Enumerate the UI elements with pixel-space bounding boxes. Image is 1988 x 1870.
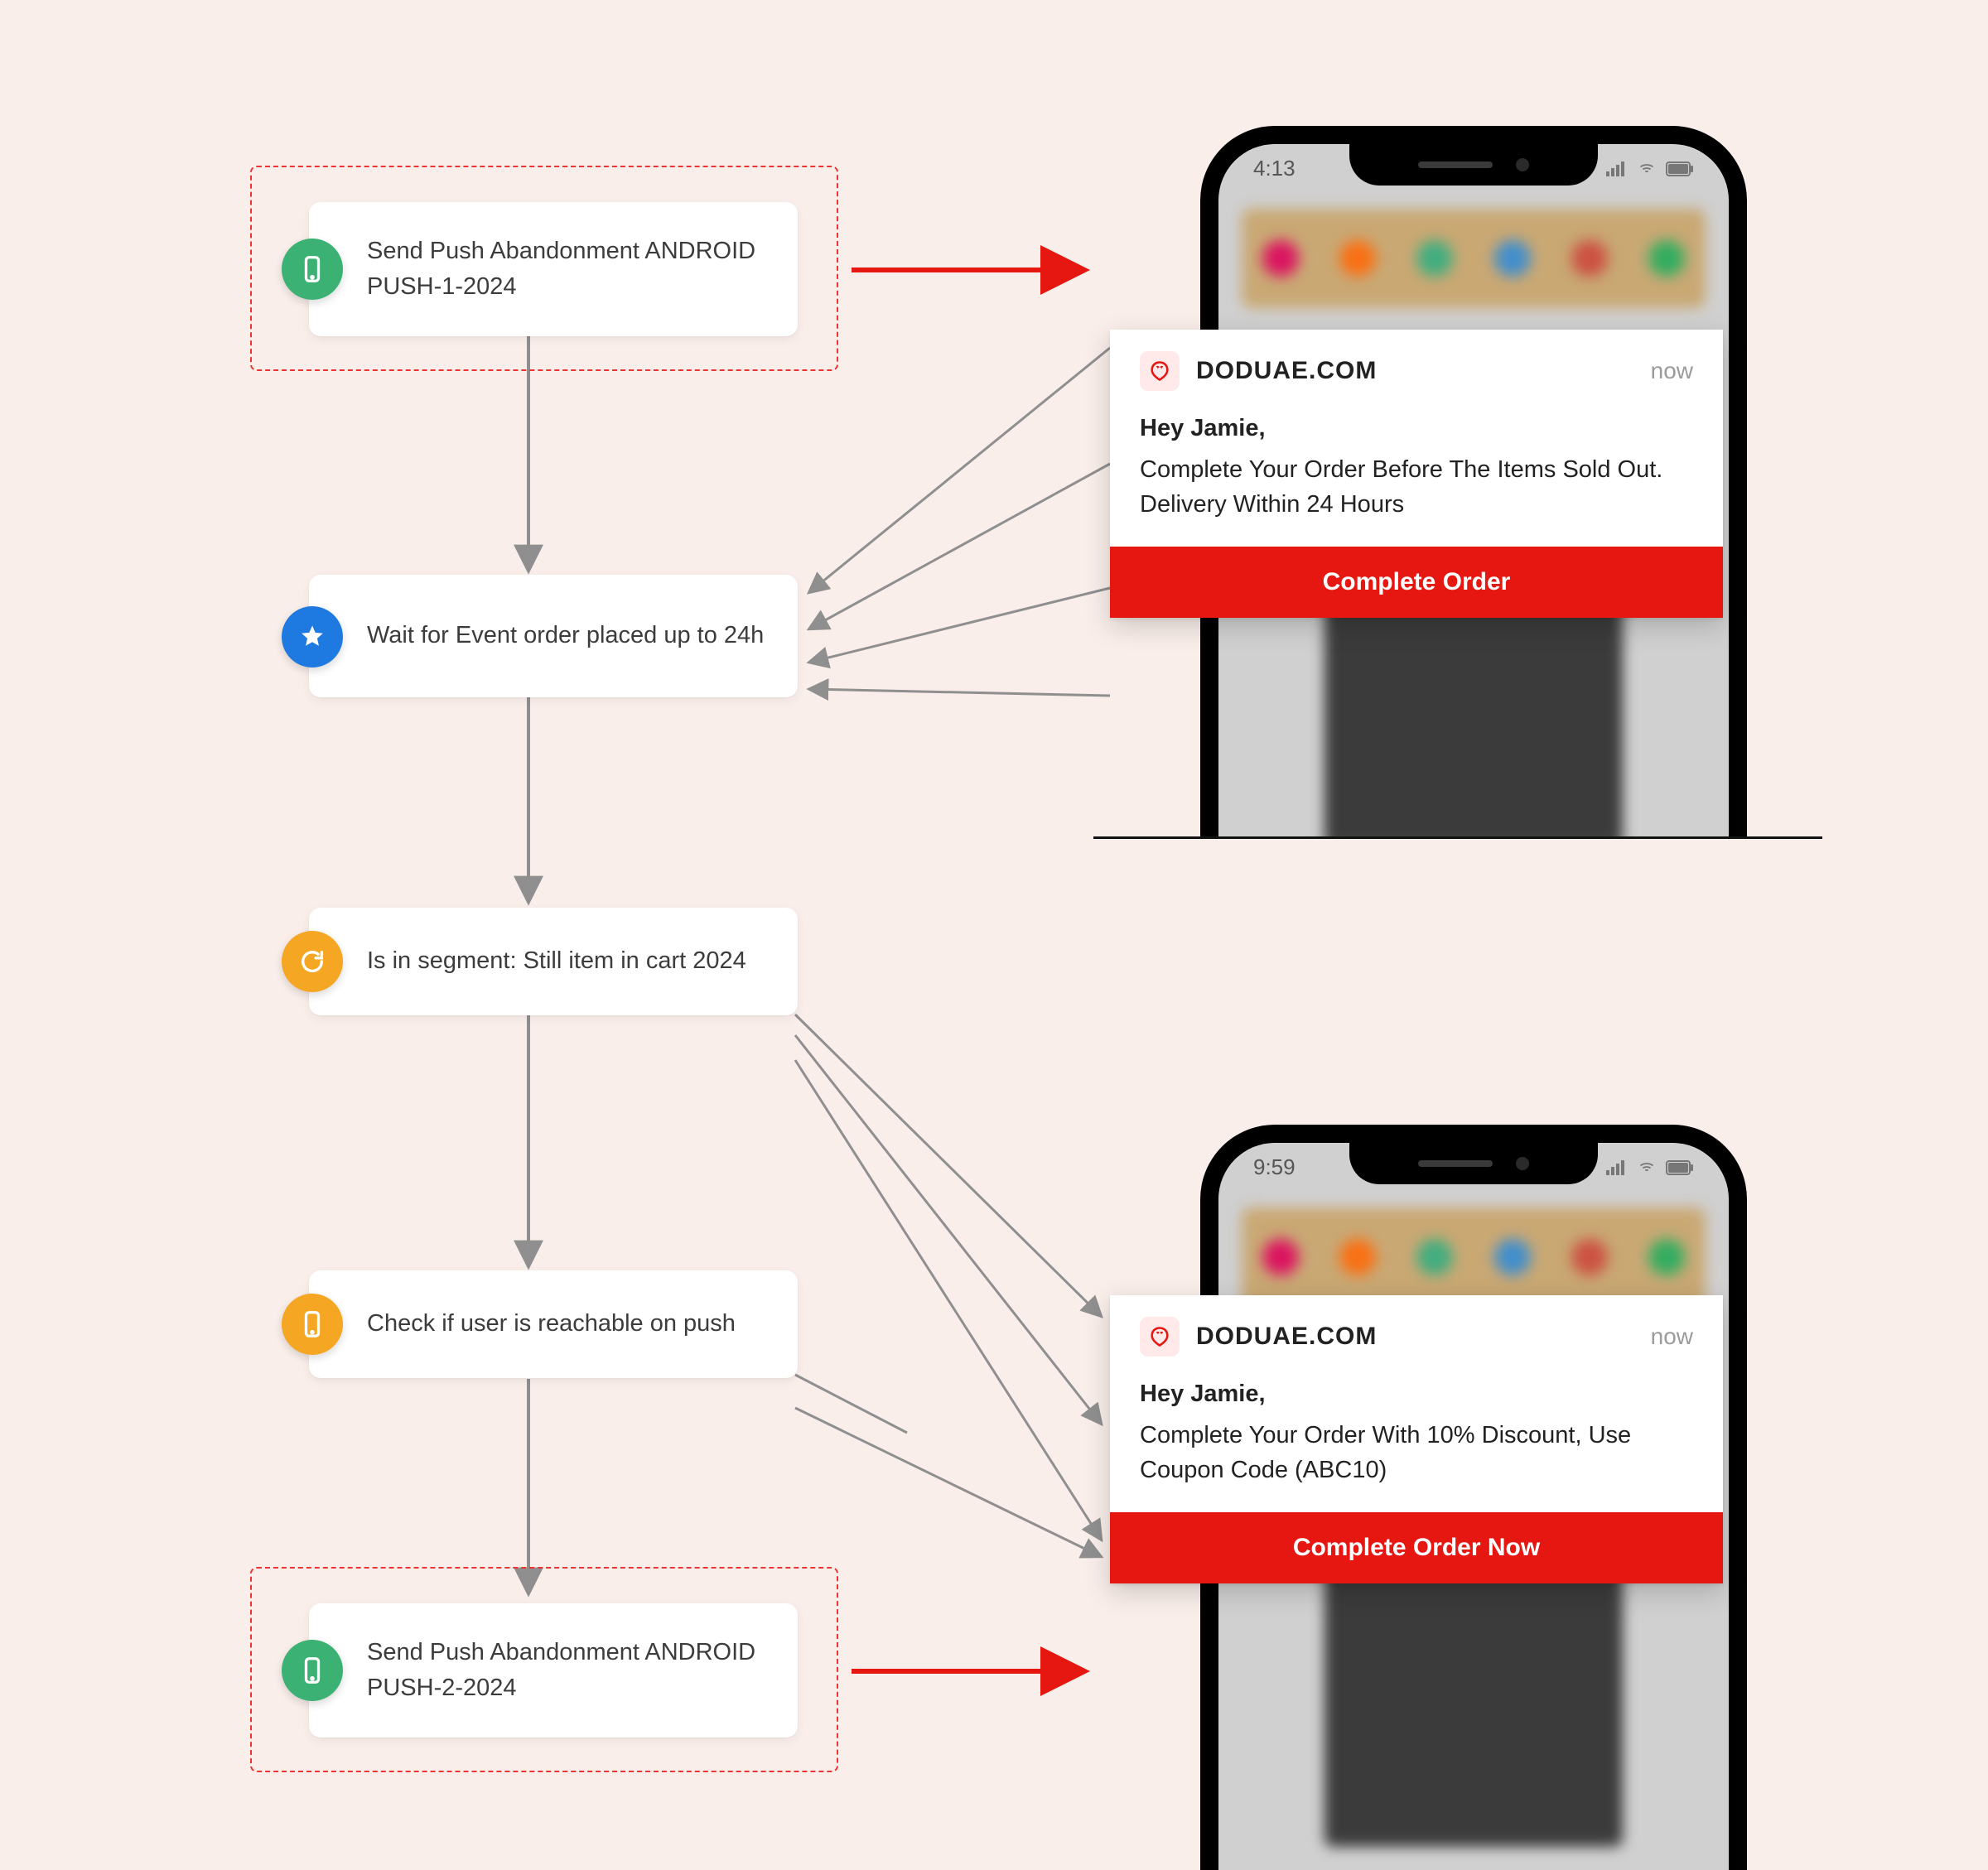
push-greeting: Hey Jamie, (1140, 411, 1693, 446)
phone-icon (282, 1294, 343, 1355)
push-app-name: DODUAE.COM (1196, 357, 1377, 385)
push-greeting: Hey Jamie, (1140, 1376, 1693, 1411)
star-icon (282, 606, 343, 668)
status-icons (1606, 156, 1694, 182)
push-notification-2[interactable]: DODUAE.COM now Hey Jamie, Complete Your … (1110, 1295, 1723, 1583)
push-cta-label: Complete Order (1323, 568, 1511, 595)
wifi-icon (1636, 1159, 1657, 1176)
phone-time: 9:59 (1253, 1154, 1296, 1181)
status-icons (1606, 1154, 1694, 1181)
flow-step-segment-check[interactable]: Is in segment: Still item in cart 2024 (309, 908, 798, 1015)
phone-time: 4:13 (1253, 156, 1296, 182)
push-notification-1[interactable]: DODUAE.COM now Hey Jamie, Complete Your … (1110, 330, 1723, 618)
app-logo-icon (1140, 1317, 1180, 1357)
flow-step-send-push-2[interactable]: Send Push Abandonment ANDROID PUSH-2-202… (309, 1603, 798, 1737)
phone-notch (1349, 144, 1598, 186)
flow-step-wait-event[interactable]: Wait for Event order placed up to 24h (309, 575, 798, 697)
push-cta-label: Complete Order Now (1293, 1534, 1540, 1561)
battery-icon (1666, 161, 1694, 176)
flow-step-label: Send Push Abandonment ANDROID PUSH-1-202… (367, 234, 765, 306)
phone-icon (282, 1640, 343, 1701)
push-cta-button[interactable]: Complete Order Now (1110, 1512, 1723, 1583)
phone-shadow-line (1093, 836, 1822, 839)
push-timestamp: now (1651, 1323, 1693, 1350)
flow-step-label: Send Push Abandonment ANDROID PUSH-2-202… (367, 1635, 765, 1707)
flow-step-label: Check if user is reachable on push (367, 1306, 765, 1342)
phone-icon (282, 239, 343, 300)
phone-notch (1349, 1143, 1598, 1184)
wifi-icon (1636, 161, 1657, 177)
push-body-text: Complete Your Order Before The Items Sol… (1140, 456, 1662, 518)
app-logo-icon (1140, 351, 1180, 391)
battery-icon (1666, 1160, 1694, 1175)
push-body-text: Complete Your Order With 10% Discount, U… (1140, 1422, 1631, 1483)
flow-step-reachable-check[interactable]: Check if user is reachable on push (309, 1270, 798, 1378)
signal-icon (1606, 1160, 1628, 1175)
flow-step-label: Is in segment: Still item in cart 2024 (367, 943, 765, 980)
signal-icon (1606, 161, 1628, 176)
flow-step-label: Wait for Event order placed up to 24h (367, 618, 765, 654)
blurred-appbar (1242, 1207, 1706, 1307)
push-timestamp: now (1651, 358, 1693, 384)
canvas: Send Push Abandonment ANDROID PUSH-1-202… (0, 0, 1988, 1835)
blurred-appbar (1242, 209, 1706, 308)
push-cta-button[interactable]: Complete Order (1110, 547, 1723, 618)
push-app-name: DODUAE.COM (1196, 1323, 1377, 1351)
refresh-icon (282, 931, 343, 992)
flow-step-send-push-1[interactable]: Send Push Abandonment ANDROID PUSH-1-202… (309, 202, 798, 336)
